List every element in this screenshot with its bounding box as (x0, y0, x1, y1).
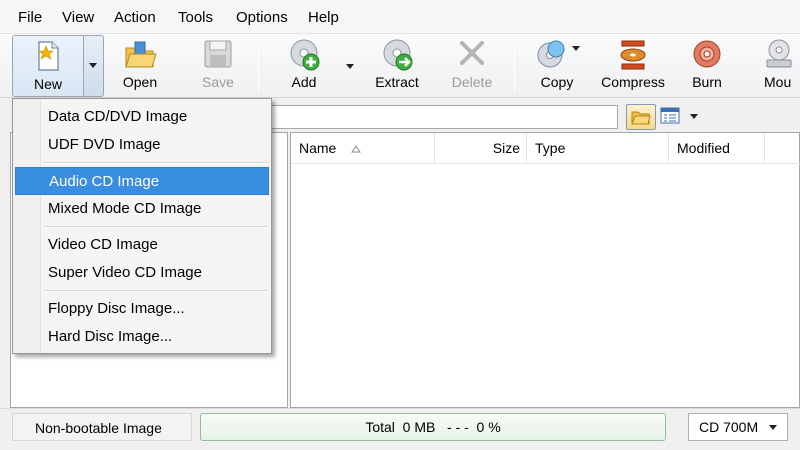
menu-item-audio-cd-image[interactable]: Audio CD Image (15, 167, 269, 195)
new-image-menu: Data CD/DVD Image UDF DVD Image Audio CD… (12, 98, 272, 354)
new-dropdown-arrow[interactable] (84, 35, 104, 97)
copy-disc-icon (537, 40, 565, 68)
column-header-modified[interactable]: Modified (669, 133, 765, 163)
burn-label: Burn (692, 74, 722, 90)
menu-item-mixed-mode-cd-image[interactable]: Mixed Mode CD Image (15, 195, 269, 223)
save-label: Save (202, 74, 234, 90)
mount-button[interactable]: Mou (760, 34, 800, 98)
open-label: Open (122, 74, 158, 90)
extract-disc-icon (383, 39, 413, 71)
add-disc-icon (290, 39, 320, 71)
extract-button[interactable]: Extract (368, 34, 426, 98)
delete-x-icon (460, 41, 484, 65)
menu-options[interactable]: Options (236, 9, 288, 27)
view-dropdown-chevron-icon[interactable] (690, 114, 698, 119)
toolbar: New Open Save Add Extract Delete Copy Co… (0, 34, 800, 98)
menu-item-data-cd-dvd-image[interactable]: Data CD/DVD Image (15, 103, 269, 131)
menu-separator (43, 290, 269, 292)
menu-separator (43, 162, 269, 164)
menu-file[interactable]: File (18, 9, 42, 27)
column-size-label: Size (492, 140, 520, 156)
delete-button[interactable]: Delete (444, 34, 500, 98)
column-modified-label: Modified (677, 140, 730, 156)
menu-view[interactable]: View (62, 9, 94, 27)
save-button[interactable]: Save (190, 34, 246, 98)
copy-label: Copy (540, 74, 574, 90)
column-type-label: Type (535, 140, 566, 156)
size-progress-bar: Total 0 MB - - - 0 % (200, 413, 666, 441)
new-document-icon (38, 41, 59, 71)
compress-label: Compress (601, 74, 665, 90)
file-list-header: Name Size Type Modified (291, 133, 800, 164)
file-list-pane[interactable]: Name Size Type Modified (290, 132, 800, 408)
view-details-button[interactable] (660, 107, 684, 127)
view-folders-button[interactable] (626, 104, 656, 130)
menu-tools[interactable]: Tools (178, 9, 213, 27)
folder-view-icon (631, 111, 651, 125)
compress-clamp-icon (620, 40, 646, 70)
menu-action[interactable]: Action (114, 9, 156, 27)
mount-drive-icon (766, 39, 792, 68)
menu-item-video-cd-image[interactable]: Video CD Image (15, 231, 269, 259)
menu-item-super-video-cd-image[interactable]: Super Video CD Image (15, 259, 269, 287)
menu-item-floppy-disc-image[interactable]: Floppy Disc Image... (15, 295, 269, 323)
copy-button[interactable]: Copy (530, 34, 584, 98)
copy-chevron-icon (572, 46, 580, 51)
details-view-icon (660, 107, 680, 124)
add-dropdown-chevron-icon[interactable] (346, 64, 354, 69)
save-disk-icon (204, 40, 232, 68)
menu-item-udf-dvd-image[interactable]: UDF DVD Image (15, 131, 269, 159)
disk-size-value: CD 700M (699, 419, 759, 435)
mount-label: Mou (764, 74, 792, 90)
open-folder-icon (125, 41, 157, 68)
path-field[interactable] (270, 105, 618, 129)
burn-button[interactable]: Burn (684, 34, 730, 98)
menu-item-hard-disc-image[interactable]: Hard Disc Image... (15, 323, 269, 351)
menu-bar: File View Action Tools Options Help (0, 0, 800, 34)
total-size-text: Total 0 MB - - - 0 % (365, 419, 501, 435)
open-button[interactable]: Open (112, 34, 168, 98)
boot-status: Non-bootable Image (12, 413, 192, 441)
delete-label: Delete (451, 74, 493, 90)
chevron-down-icon (89, 63, 97, 68)
new-label: New (33, 76, 62, 92)
menu-separator (43, 226, 269, 228)
new-button[interactable]: New (12, 35, 84, 97)
add-label: Add (291, 74, 317, 90)
menu-help[interactable]: Help (308, 9, 339, 27)
column-header-name[interactable]: Name (291, 133, 435, 163)
toolbar-separator (258, 40, 259, 92)
compress-button[interactable]: Compress (600, 34, 666, 98)
column-header-size[interactable]: Size (435, 133, 527, 163)
burn-disc-icon (693, 40, 721, 68)
column-name-label: Name (299, 140, 337, 156)
sort-ascending-icon (351, 145, 361, 153)
extract-label: Extract (375, 74, 419, 90)
column-header-type[interactable]: Type (527, 133, 669, 163)
add-button[interactable]: Add (276, 34, 332, 98)
toolbar-separator (514, 40, 515, 92)
disk-size-select[interactable]: CD 700M (688, 413, 788, 441)
chevron-down-icon (769, 425, 777, 430)
status-bar: Non-bootable Image Total 0 MB - - - 0 % … (0, 408, 800, 450)
